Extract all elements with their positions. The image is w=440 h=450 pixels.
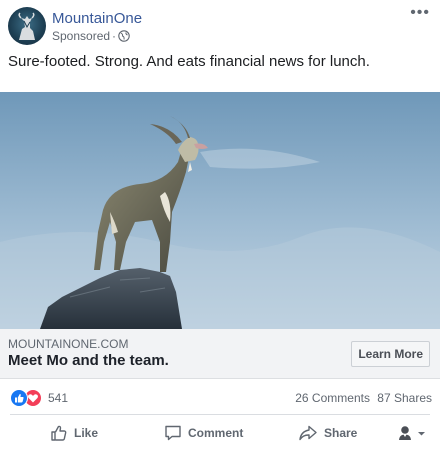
ad-image[interactable]	[0, 92, 440, 329]
shares-count[interactable]: 87 Shares	[377, 391, 432, 405]
comment-label: Comment	[188, 426, 244, 440]
page-name-link[interactable]: MountainOne	[52, 10, 142, 27]
thumbs-up-icon	[51, 425, 67, 441]
globe-icon[interactable]	[118, 30, 130, 42]
post-meta: Sponsored ·	[52, 29, 130, 43]
audience-selector-icon	[399, 426, 425, 440]
page-avatar[interactable]	[8, 7, 46, 45]
post-header: MountainOne Sponsored · •••	[0, 0, 440, 52]
comment-bubble-icon	[165, 425, 181, 441]
audience-selector[interactable]	[398, 423, 434, 443]
reactions-bar: 541 26 Comments 87 Shares	[0, 385, 440, 411]
comments-count[interactable]: 26 Comments	[295, 391, 370, 405]
share-label: Share	[324, 426, 358, 440]
reaction-icons[interactable]	[10, 389, 44, 407]
learn-more-button[interactable]: Learn More	[351, 341, 430, 367]
ad-post: MountainOne Sponsored · ••• Sure-footed.…	[0, 0, 440, 450]
share-arrow-icon	[299, 425, 317, 441]
link-domain: MOUNTAINONE.COM	[8, 337, 129, 351]
link-preview[interactable]: MOUNTAINONE.COM Meet Mo and the team. Le…	[0, 329, 440, 379]
post-text: Sure-footed. Strong. And eats financial …	[8, 53, 370, 70]
post-actions: Like Comment Share	[0, 416, 440, 450]
goat-logo-icon	[18, 12, 35, 40]
comment-button[interactable]: Comment	[164, 423, 243, 443]
link-headline[interactable]: Meet Mo and the team.	[8, 352, 169, 369]
sponsored-label[interactable]: Sponsored	[52, 29, 110, 43]
engagement-counts: 26 Comments 87 Shares	[295, 391, 432, 405]
reaction-count[interactable]: 541	[48, 391, 68, 405]
like-button[interactable]: Like	[50, 423, 98, 443]
share-button[interactable]: Share	[298, 423, 357, 443]
like-reaction-icon	[10, 389, 28, 407]
goat-on-rock-image	[0, 92, 440, 329]
actions-divider	[10, 414, 430, 415]
more-options-button[interactable]: •••	[410, 5, 430, 21]
like-label: Like	[74, 426, 99, 440]
meta-separator: ·	[112, 29, 117, 43]
